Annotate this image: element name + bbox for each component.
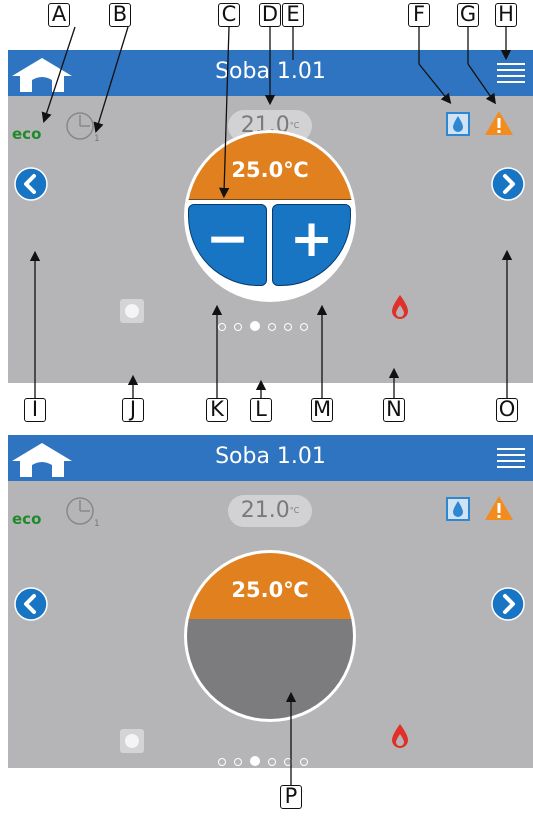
menu-icon[interactable] bbox=[497, 447, 525, 469]
status-indicator[interactable] bbox=[120, 299, 144, 323]
page-dot[interactable] bbox=[300, 323, 308, 331]
setpoint-temperature: 25.0℃ bbox=[231, 578, 309, 602]
status-indicator[interactable] bbox=[120, 729, 144, 753]
callout-L: L bbox=[250, 398, 272, 422]
plus-label: + bbox=[289, 209, 334, 269]
current-temp-unit: °C bbox=[289, 506, 300, 515]
flame-icon bbox=[392, 295, 408, 319]
callout-M: M bbox=[311, 397, 333, 422]
setpoint-temperature: 25.0℃ bbox=[231, 158, 309, 182]
callout-D: D bbox=[259, 3, 281, 27]
water-drop-icon[interactable] bbox=[446, 112, 470, 136]
clock-icon[interactable] bbox=[64, 110, 96, 142]
room-title: Soba 1.01 bbox=[215, 59, 326, 84]
schedule-number: 1 bbox=[94, 519, 100, 529]
setpoint-dial: 25.0℃ − + bbox=[184, 130, 356, 302]
callout-J: J bbox=[122, 398, 144, 422]
current-temp-value: 21.0 bbox=[240, 498, 290, 523]
warning-icon[interactable] bbox=[484, 110, 514, 136]
eco-mode-indicator[interactable]: eco bbox=[12, 510, 41, 528]
chevron-right-icon[interactable] bbox=[491, 167, 525, 201]
current-temperature: 21.0°C bbox=[228, 495, 312, 527]
page-dot[interactable] bbox=[218, 758, 226, 766]
page-dot[interactable] bbox=[284, 323, 292, 331]
thermostat-screen-1: Soba 1.01 eco 1 21.0°C 25.0℃ − + bbox=[8, 50, 533, 383]
clock-icon[interactable] bbox=[64, 495, 96, 527]
chevron-left-icon[interactable] bbox=[14, 587, 48, 621]
page-dot-active[interactable] bbox=[250, 321, 260, 331]
page-indicator bbox=[218, 751, 316, 768]
increase-temperature-button[interactable]: + bbox=[272, 204, 351, 286]
page-dot[interactable] bbox=[284, 758, 292, 766]
setpoint-display[interactable]: 25.0℃ bbox=[187, 553, 353, 620]
decrease-temperature-button[interactable]: − bbox=[188, 204, 267, 286]
header-bar: Soba 1.01 bbox=[8, 435, 533, 481]
setpoint-display[interactable]: 25.0℃ bbox=[187, 133, 353, 200]
setpoint-dial: 25.0℃ bbox=[184, 550, 356, 722]
callout-H: H bbox=[495, 3, 517, 27]
chevron-left-icon[interactable] bbox=[14, 167, 48, 201]
menu-icon[interactable] bbox=[497, 62, 525, 84]
header-bar: Soba 1.01 bbox=[8, 50, 533, 96]
callout-A: A bbox=[48, 3, 70, 27]
current-temp-unit: °C bbox=[289, 121, 300, 130]
minus-label: − bbox=[205, 209, 250, 269]
warning-icon[interactable] bbox=[484, 495, 514, 521]
callout-O: O bbox=[496, 398, 518, 422]
page-indicator bbox=[218, 316, 316, 335]
page-dot[interactable] bbox=[218, 323, 226, 331]
callout-K: K bbox=[206, 398, 228, 422]
callout-G: G bbox=[457, 3, 479, 27]
page-dot[interactable] bbox=[268, 758, 276, 766]
flame-icon bbox=[392, 724, 408, 748]
page-dot[interactable] bbox=[268, 323, 276, 331]
callout-I: I bbox=[24, 398, 46, 422]
schedule-number: 1 bbox=[94, 134, 100, 144]
page-dot[interactable] bbox=[300, 758, 308, 766]
page-dot[interactable] bbox=[234, 323, 242, 331]
page-dot[interactable] bbox=[234, 758, 242, 766]
inactive-controls-area bbox=[187, 619, 353, 719]
callout-P: P bbox=[280, 785, 302, 809]
callout-F: F bbox=[408, 3, 430, 27]
callout-C: C bbox=[218, 3, 240, 27]
setpoint-dial-face: 25.0℃ bbox=[187, 553, 353, 719]
room-title: Soba 1.01 bbox=[215, 444, 326, 469]
callout-N: N bbox=[383, 398, 405, 422]
page-dot-active[interactable] bbox=[250, 756, 260, 766]
thermostat-screen-2: Soba 1.01 eco 1 21.0°C 25.0℃ bbox=[8, 435, 533, 768]
callout-E: E bbox=[282, 3, 304, 27]
water-drop-icon[interactable] bbox=[446, 497, 470, 521]
chevron-right-icon[interactable] bbox=[491, 587, 525, 621]
callout-B: B bbox=[109, 3, 131, 27]
eco-mode-indicator[interactable]: eco bbox=[12, 125, 41, 143]
